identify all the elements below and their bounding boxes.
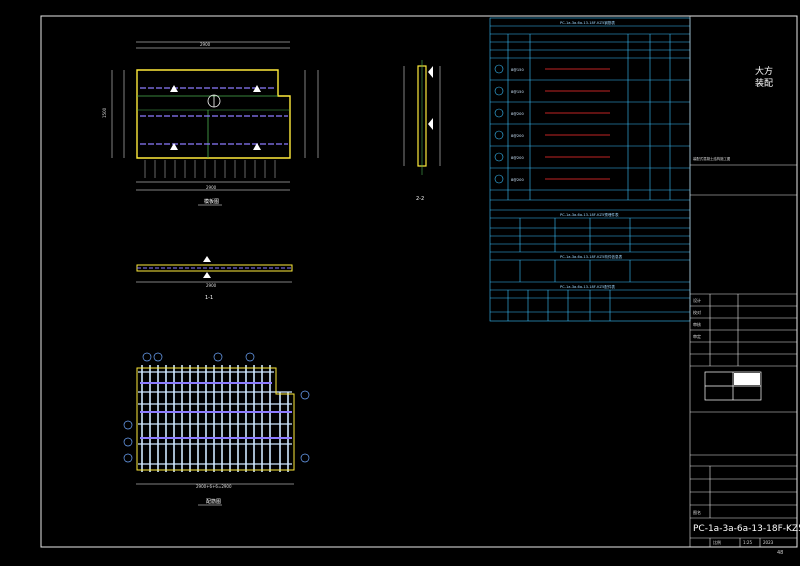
section-1-dim: 2900 — [206, 283, 217, 288]
title-block-reviewer: 审核 — [693, 321, 701, 327]
cad-drawing-canvas: 2900 1500 2900 模板图 2-2 2900 1-1 2900+6+6… — [40, 15, 798, 548]
rebar-view-label: 配筋图 — [206, 498, 221, 505]
rebar-row-4-spec: 8@200 — [511, 134, 524, 138]
sheet-title: PC-1a-3a-6a-13-18F-KZ5详图 — [693, 524, 800, 534]
info-table-title: PC-1a-3a-6a-13-18F-KZ5构件信息表 — [560, 254, 623, 259]
rebar-row-3-spec: 8@200 — [511, 112, 524, 116]
title-block-checker: 校对 — [693, 309, 701, 315]
part-table-title: PC-1a-3a-6a-13-18F-KZ5配件表 — [560, 284, 615, 289]
title-block-drawing-name: 图名 — [693, 509, 701, 515]
rebar-row-5-spec: 8@200 — [511, 156, 524, 160]
plan-view-label: 模板图 — [204, 198, 219, 205]
plan-panel-outline — [136, 69, 291, 159]
company-brand: 大方装配 — [755, 67, 774, 89]
title-block-designer: 设计 — [693, 297, 701, 303]
section-1-label: 1-1 — [205, 295, 213, 301]
plan-view: 2900 1500 2900 模板图 — [102, 41, 319, 206]
section-2-label: 2-2 — [416, 196, 424, 202]
project-label: 装配式混凝土结构施工图 — [693, 156, 731, 161]
rebar-table — [489, 17, 691, 322]
rebar-layout-view: 2900+6+6=2900 配筋图 — [123, 352, 310, 506]
title-block-date-value: 2023 — [763, 540, 774, 545]
rebar-row-2-spec: 8@150 — [511, 90, 524, 94]
rebar-dim: 2900+6+6=2900 — [196, 484, 232, 489]
page-number: 48 — [777, 550, 784, 556]
title-block-scale-label: 比例 — [713, 539, 721, 545]
section-1-1-view: 2900 1-1 — [136, 256, 293, 301]
plan-height-dim: 1500 — [102, 107, 107, 118]
section-2-2-view: 2-2 — [403, 60, 441, 202]
embed-table-title: PC-1a-3a-6a-13-18F-KZ5预埋件表 — [560, 212, 619, 217]
rebar-table-title: PC-1a-3a-6a-13-18F-KZ5钢筋表 — [560, 20, 615, 25]
plan-width-dim-bottom: 2900 — [206, 185, 217, 190]
plan-width-dim-top: 2900 — [200, 42, 211, 47]
rebar-row-1-spec: 8@150 — [511, 68, 524, 72]
title-block — [689, 16, 797, 547]
key-plan — [704, 371, 762, 401]
title-block-scale-value: 1:25 — [743, 540, 752, 545]
rebar-row-6-spec: 8@200 — [511, 178, 524, 182]
title-block-approver: 审定 — [693, 333, 701, 339]
